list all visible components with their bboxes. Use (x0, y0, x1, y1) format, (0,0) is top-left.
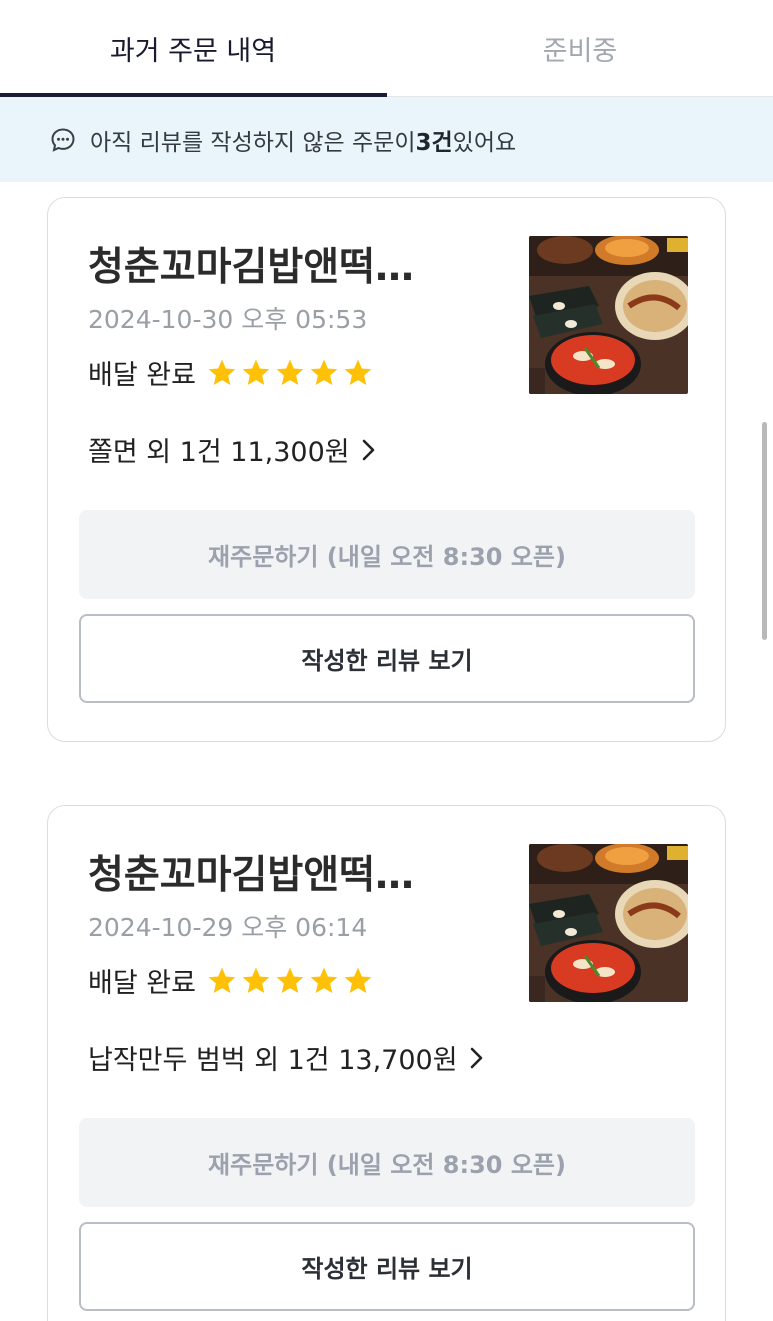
reorder-button[interactable]: 재주문하기 (내일 오전 8:30 오픈) (79, 1118, 695, 1207)
star-rating (206, 965, 376, 997)
star-icon (208, 967, 236, 993)
star-icon (242, 967, 270, 993)
order-tabs: 과거 주문 내역 준비중 (0, 0, 773, 97)
order-summary: 납작만두 범벅 외 1건 13,700원 (88, 1045, 458, 1076)
star-icon (276, 359, 304, 385)
delivery-status: 배달 완료 (88, 968, 196, 999)
star-icon (242, 359, 270, 385)
star-rating (206, 357, 376, 389)
order-summary-link[interactable]: 쫄면 외 1건 11,300원 (88, 430, 378, 469)
chevron-right-icon (470, 1047, 482, 1068)
order-card: 청춘꼬마김밥앤떡… 2024-10-29 오후 06:14 배달 완료 납작만두… (47, 805, 726, 1321)
star-icon (310, 967, 338, 993)
chevron-right-icon (362, 439, 374, 460)
view-review-button[interactable]: 작성한 리뷰 보기 (79, 1222, 695, 1311)
notice-suffix: 있어요 (452, 129, 517, 156)
star-icon (344, 967, 372, 993)
star-icon (344, 359, 372, 385)
review-reminder-banner: 아직 리뷰를 작성하지 않은 주문이 3건 있어요 (0, 97, 773, 182)
notice-prefix: 아직 리뷰를 작성하지 않은 주문이 (90, 129, 416, 156)
order-date: 2024-10-29 오후 06:14 (88, 913, 368, 942)
scrollbar[interactable] (762, 422, 767, 640)
store-name[interactable]: 청춘꼬마김밥앤떡… (88, 236, 488, 292)
view-review-button[interactable]: 작성한 리뷰 보기 (79, 614, 695, 703)
store-name[interactable]: 청춘꼬마김밥앤떡… (88, 844, 488, 900)
tab-preparing[interactable]: 준비중 (387, 0, 773, 97)
star-icon (310, 359, 338, 385)
food-thumbnail[interactable] (529, 236, 688, 394)
order-date: 2024-10-30 오후 05:53 (88, 305, 368, 334)
star-icon (276, 967, 304, 993)
order-summary-link[interactable]: 납작만두 범벅 외 1건 13,700원 (88, 1038, 486, 1077)
order-summary: 쫄면 외 1건 11,300원 (88, 437, 350, 468)
delivery-status: 배달 완료 (88, 360, 196, 391)
order-card: 청춘꼬마김밥앤떡… 2024-10-30 오후 05:53 배달 완료 쫄면 외… (47, 197, 726, 742)
food-thumbnail[interactable] (529, 844, 688, 1002)
status-row: 배달 완료 (88, 353, 376, 392)
tab-past-orders[interactable]: 과거 주문 내역 (0, 0, 386, 97)
star-icon (208, 359, 236, 385)
status-row: 배달 완료 (88, 961, 376, 1000)
unreviewed-count: 3건 (415, 129, 453, 156)
chat-bubble-icon (51, 127, 75, 152)
reorder-button[interactable]: 재주문하기 (내일 오전 8:30 오픈) (79, 510, 695, 599)
